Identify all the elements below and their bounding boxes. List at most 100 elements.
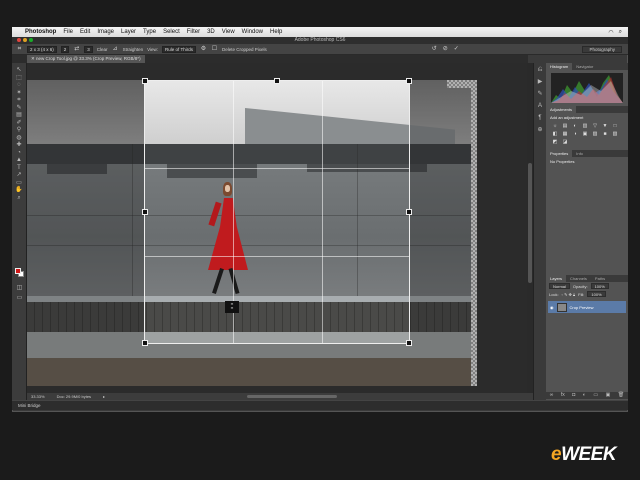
layer-row-crop-preview[interactable]: ◉ Crop Preview [548, 301, 626, 313]
zoom-window-icon[interactable] [29, 38, 33, 42]
document-tab[interactable]: ✕ new Crop Tool.jpg @ 33.3% (Crop Previe… [27, 55, 145, 63]
clone-stamp-tool-icon[interactable]: ⚲ [14, 127, 25, 135]
layer-style-icon[interactable]: fx [561, 392, 565, 399]
crop-handle-bottom-left[interactable] [142, 340, 148, 346]
add-mask-icon[interactable]: ◘ [572, 392, 575, 399]
move-tool-icon[interactable]: ↖ [14, 67, 25, 75]
tab-paths[interactable]: Paths [591, 275, 609, 282]
actions-panel-icon[interactable]: ▶ [536, 78, 545, 87]
spotlight-icon[interactable]: ⌕ [619, 29, 622, 36]
crop-height-field[interactable]: 3 [84, 45, 93, 53]
zoom-level[interactable]: 33.33% [31, 393, 45, 400]
crop-handle-left[interactable] [142, 209, 148, 215]
vertical-scroll-thumb[interactable] [528, 163, 532, 283]
type-tool-icon[interactable]: T [14, 165, 25, 173]
shape-tool-icon[interactable]: ▭ [14, 180, 25, 188]
close-window-icon[interactable] [17, 38, 21, 42]
channel-mixer-icon[interactable]: ◑ [571, 131, 579, 137]
zoom-tool-icon[interactable]: ⌕ [14, 195, 25, 203]
menu-select[interactable]: Select [163, 29, 180, 35]
menu-file[interactable]: File [63, 29, 73, 35]
eyedropper-tool-icon[interactable]: ✎ [14, 105, 25, 113]
paragraph-panel-icon[interactable]: ¶ [536, 114, 545, 123]
gear-icon[interactable]: ⚙ [200, 46, 207, 53]
black-white-icon[interactable]: ◧ [551, 131, 559, 137]
menu-3d[interactable]: 3D [207, 29, 215, 35]
marquee-tool-icon[interactable]: ⬚ [14, 75, 25, 83]
trash-icon[interactable]: 🗑︎ [618, 392, 624, 399]
commit-crop-icon[interactable]: ✓ [453, 46, 460, 53]
swap-dimensions-icon[interactable]: ⇄ [73, 46, 80, 53]
selective-color-icon[interactable]: ◪ [561, 139, 569, 145]
tab-layers[interactable]: Layers [546, 275, 567, 282]
new-adjustment-icon[interactable]: ◐ [583, 392, 586, 399]
menu-layer[interactable]: Layer [121, 29, 136, 35]
blend-mode-dropdown[interactable]: Normal [549, 283, 570, 289]
crop-ratio-dropdown[interactable]: 2 x 3 (4 x 6) [27, 45, 57, 53]
tab-histogram[interactable]: Histogram [546, 63, 573, 70]
lock-icons[interactable]: ▫ ✎ ✥ 🔒︎ [562, 292, 576, 297]
dodge-tool-icon[interactable]: ▲ [14, 157, 25, 165]
minimize-window-icon[interactable] [23, 38, 27, 42]
history-brush-tool-icon[interactable]: ◍ [14, 135, 25, 143]
crop-tool-preset-icon[interactable]: ⌗ [16, 46, 23, 53]
menu-view[interactable]: View [222, 29, 235, 35]
wifi-icon[interactable]: ◠ [608, 29, 613, 36]
crop-handle-right[interactable] [406, 209, 412, 215]
posterize-icon[interactable]: ■ [601, 131, 609, 137]
reset-crop-icon[interactable]: ↺ [431, 46, 438, 53]
canvas-area[interactable]: ▪▪ ▪▪ [27, 63, 527, 393]
mini-bridge-tab[interactable]: Mini Bridge [18, 403, 41, 408]
gradient-tool-icon[interactable]: ◔ [14, 150, 25, 158]
menu-app-name[interactable]: Photoshop [25, 29, 56, 35]
menu-edit[interactable]: Edit [80, 29, 90, 35]
view-overlay-dropdown[interactable]: Rule of Thirds [162, 45, 196, 53]
character-panel-icon[interactable]: A [536, 102, 545, 111]
crop-handle-bottom-right[interactable] [406, 340, 412, 346]
clone-source-panel-icon[interactable]: ⊕ [536, 126, 545, 135]
menu-image[interactable]: Image [97, 29, 114, 35]
new-layer-icon[interactable]: ▣ [606, 392, 611, 399]
doc-size[interactable]: Doc: 29.9M/0 bytes [57, 393, 91, 400]
gradient-map-icon[interactable]: ◩ [551, 139, 559, 145]
color-lookup-icon[interactable]: ▣ [581, 131, 589, 137]
new-group-icon[interactable]: ▭ [593, 392, 598, 399]
delete-pixels-checkbox[interactable]: ☐ [211, 46, 218, 53]
status-menu-arrow-icon[interactable]: ▸ [103, 393, 105, 400]
crop-handle-top[interactable] [274, 78, 280, 84]
opacity-field[interactable]: 100% [590, 283, 609, 289]
threshold-icon[interactable]: ▧ [611, 131, 619, 137]
foreground-color-swatch[interactable] [15, 268, 21, 274]
quick-select-tool-icon[interactable]: ✶ [14, 90, 25, 98]
brightness-contrast-icon[interactable]: ☼ [551, 123, 559, 129]
brush-tool-icon[interactable]: ✐ [14, 120, 25, 128]
eye-icon[interactable]: ◉ [550, 305, 554, 310]
crop-handle-top-left[interactable] [142, 78, 148, 84]
lasso-tool-icon[interactable]: ◌ [14, 82, 25, 90]
hue-saturation-icon[interactable]: ▼ [601, 123, 609, 129]
straighten-icon[interactable]: ⊿ [112, 46, 119, 53]
tab-adjustments[interactable]: Adjustments [546, 106, 577, 113]
clear-button[interactable]: Clear [97, 47, 108, 52]
menu-filter[interactable]: Filter [187, 29, 200, 35]
history-panel-icon[interactable]: ⎌ [536, 66, 545, 75]
crop-tool-icon[interactable]: ⌗ [14, 97, 25, 105]
link-layers-icon[interactable]: ∞ [550, 392, 554, 399]
screen-mode-icon[interactable]: ▭ [14, 295, 25, 303]
levels-icon[interactable]: ▤ [561, 123, 569, 129]
fill-field[interactable]: 100% [587, 291, 606, 297]
tab-channels[interactable]: Channels [566, 275, 591, 282]
healing-tool-icon[interactable]: ▤ [14, 112, 25, 120]
crop-width-field[interactable]: 2 [60, 45, 70, 53]
menu-help[interactable]: Help [270, 29, 282, 35]
invert-icon[interactable]: ▨ [591, 131, 599, 137]
brush-panel-icon[interactable]: ✎ [536, 90, 545, 99]
horizontal-scroll-thumb[interactable] [247, 395, 338, 398]
workspace-dropdown[interactable]: Photography [582, 45, 622, 53]
crop-box[interactable] [142, 78, 412, 346]
tab-properties[interactable]: Properties [546, 150, 573, 157]
quick-mask-icon[interactable]: ◫ [14, 285, 25, 293]
vibrance-icon[interactable]: ▽ [591, 123, 599, 129]
exposure-icon[interactable]: ▥ [581, 123, 589, 129]
photo-filter-icon[interactable]: ▦ [561, 131, 569, 137]
